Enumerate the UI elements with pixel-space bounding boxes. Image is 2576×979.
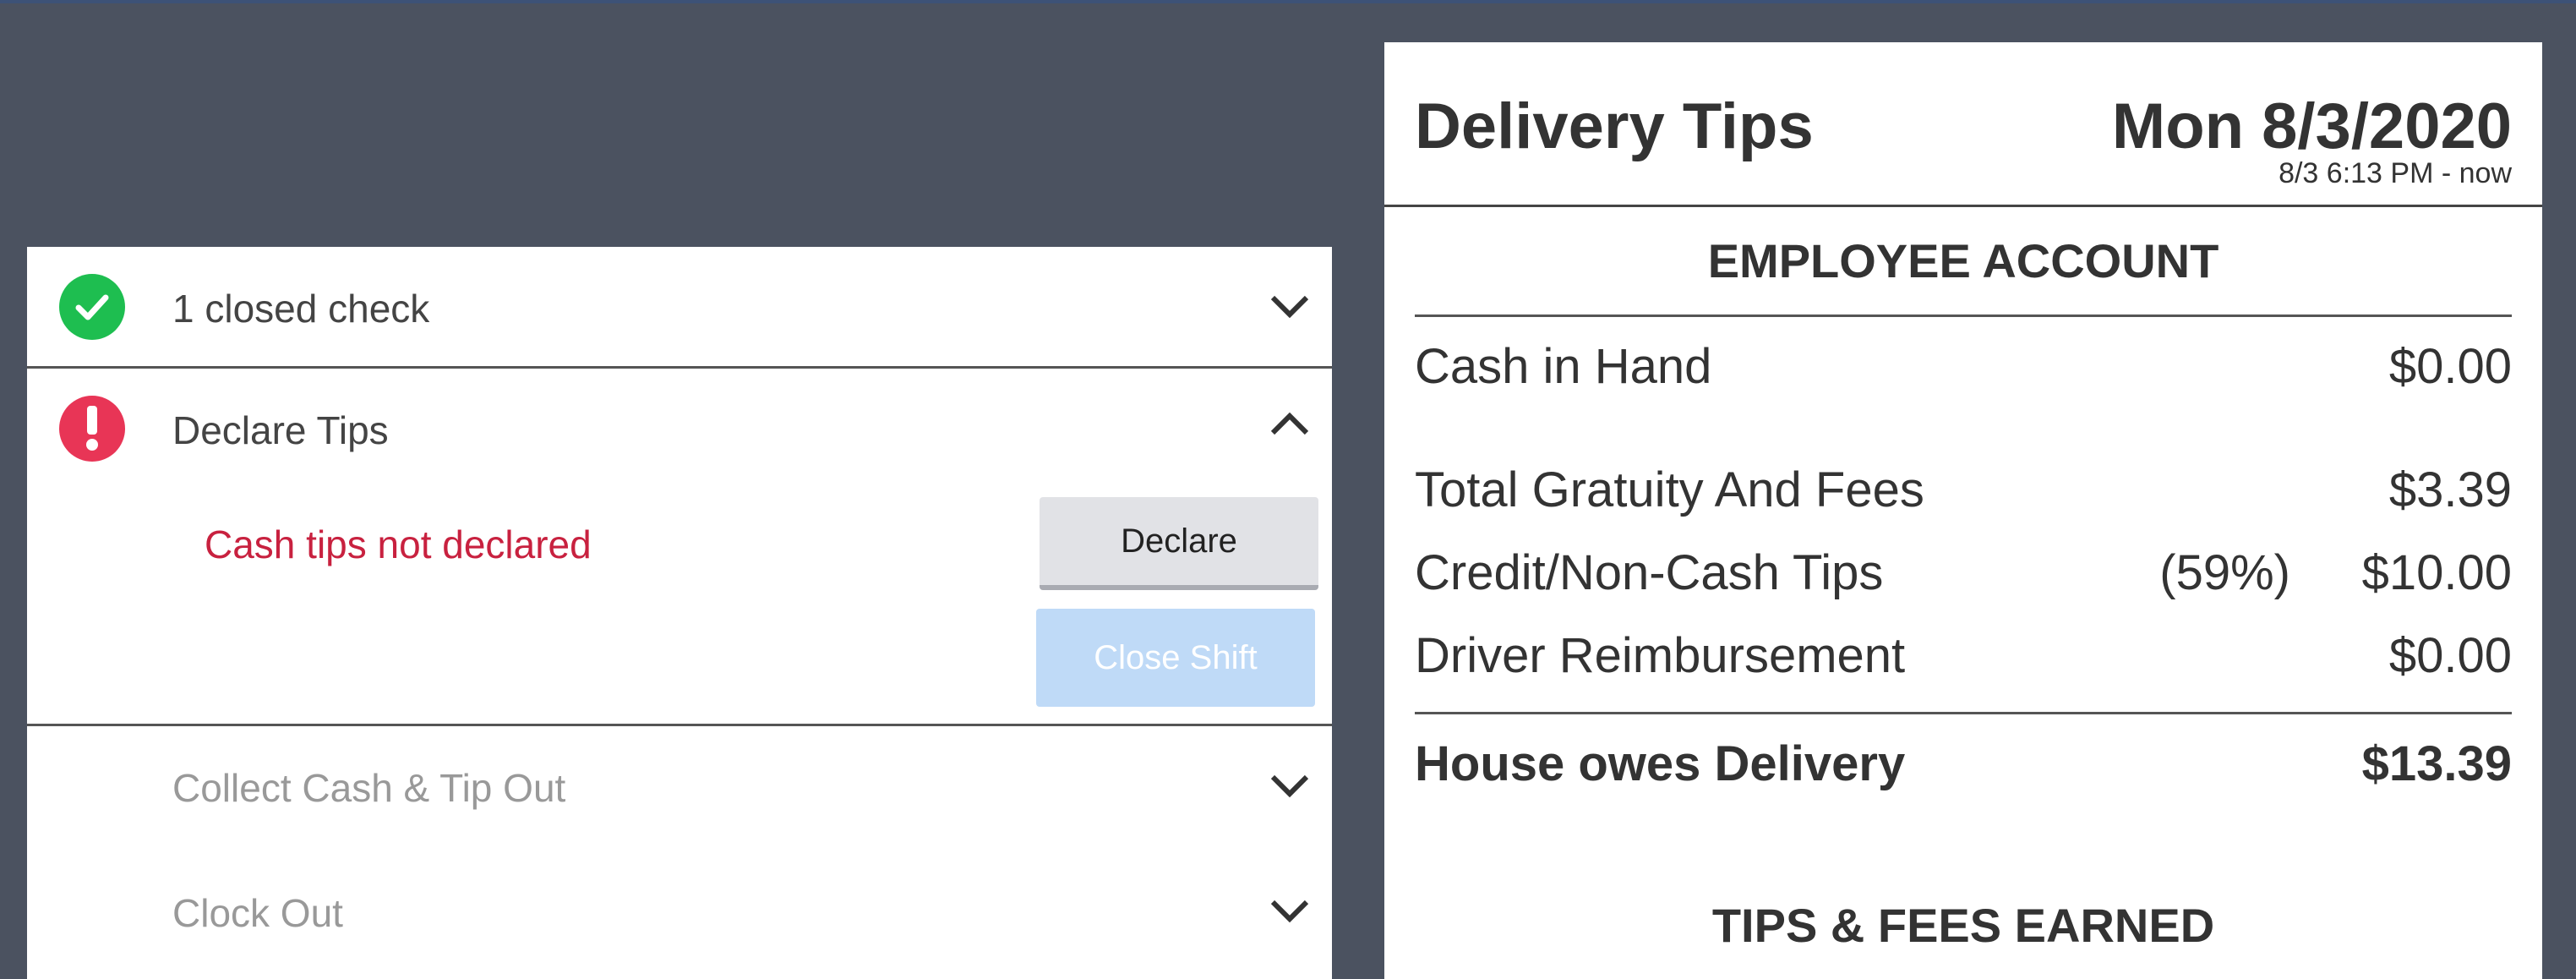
line-item-label: Credit/Non-Cash Tips <box>1415 545 1884 600</box>
chevron-down-icon[interactable] <box>1269 289 1310 327</box>
summary-date: Mon 8/3/2020 <box>2111 90 2512 162</box>
checklist-item-collect-cash[interactable]: Collect Cash & Tip Out <box>27 726 1332 851</box>
chevron-down-icon[interactable] <box>1269 768 1310 807</box>
checklist-item-clock-out[interactable]: Clock Out <box>27 851 1332 976</box>
chevron-up-icon[interactable] <box>1269 407 1310 446</box>
total-value: $13.39 <box>2361 736 2512 791</box>
total-label: House owes Delivery <box>1415 736 1906 791</box>
tips-fees-earned-heading: TIPS & FEES EARNED <box>1711 899 2215 952</box>
employee-account-heading: EMPLOYEE ACCOUNT <box>1707 234 2219 287</box>
checklist-item-label: Collect Cash & Tip Out <box>172 766 566 810</box>
line-item-percent: (59%) <box>2159 545 2290 600</box>
checklist-item-declare-tips[interactable]: Declare Tips <box>27 369 1332 490</box>
check-circle-icon <box>59 274 125 340</box>
line-item-value: $10.00 <box>2361 545 2512 600</box>
declare-button[interactable]: Declare <box>1040 497 1318 590</box>
alert-circle-icon <box>59 396 125 462</box>
summary-time-range: 8/3 6:13 PM - now <box>2279 157 2512 189</box>
total-divider <box>1415 712 2512 714</box>
close-shift-button[interactable]: Close Shift <box>1036 609 1315 707</box>
line-item-label: Total Gratuity And Fees <box>1415 462 1924 517</box>
chevron-down-icon[interactable] <box>1269 894 1310 932</box>
cash-tips-warning: Cash tips not declared <box>205 522 592 566</box>
delivery-tips-summary: Delivery Tips Mon 8/3/2020 8/3 6:13 PM -… <box>1384 42 2542 979</box>
window-top-border <box>0 0 2576 3</box>
line-item-label: Driver Reimbursement <box>1415 628 1906 683</box>
checklist-item-label: Declare Tips <box>172 408 389 452</box>
checklist-item-label: Clock Out <box>172 891 343 935</box>
line-item-label: Cash in Hand <box>1415 339 1712 394</box>
checklist-item-closed-checks[interactable]: 1 closed check <box>27 247 1332 369</box>
shift-checklist-panel: 1 closed check Declare Tips Cash tips no… <box>27 247 1332 979</box>
section-divider <box>1415 314 2512 317</box>
line-item-value: $0.00 <box>2388 628 2512 683</box>
header-divider <box>1384 205 2542 207</box>
line-item-value: $3.39 <box>2388 462 2512 517</box>
checklist-item-label: 1 closed check <box>172 287 430 331</box>
summary-title: Delivery Tips <box>1415 90 1814 162</box>
line-item-value: $0.00 <box>2388 339 2512 394</box>
